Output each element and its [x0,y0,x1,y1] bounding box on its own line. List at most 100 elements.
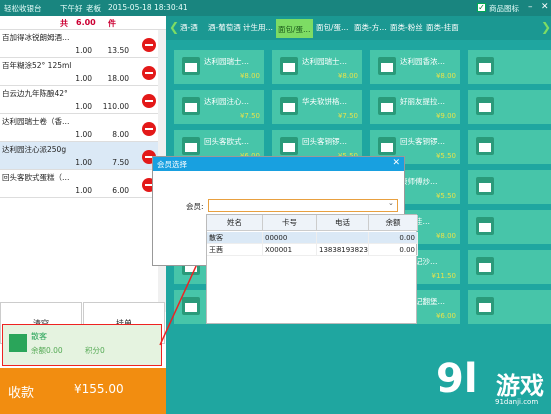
product-image-icon [182,57,200,75]
product-image-icon [280,57,298,75]
product-card[interactable]: 达利园瑞士… ¥8.00 [272,50,362,84]
checkout-amount: ¥155.00 [74,382,124,396]
category-tab[interactable]: 面类-方… [354,22,387,33]
member-avatar-icon [9,334,27,352]
datetime: 2015-05-18 18:30:41 [108,3,188,12]
category-tab[interactable]: 面类-挂面 [426,22,459,33]
member-row[interactable]: 散客 00000 0.00 [207,232,418,244]
product-card[interactable] [468,50,551,84]
watermark-logo: 9l [436,356,478,402]
cart-row[interactable]: 百年糊涂52° 125ml 1.00 18.00 [0,58,166,86]
product-image-icon [378,97,396,115]
remove-item-icon[interactable] [142,94,156,108]
category-tab[interactable]: 面包/蛋… [276,19,313,38]
cart-row[interactable]: 百加得冰锐朗姆酒… 1.00 13.50 [0,30,166,58]
cart-row[interactable]: 白云边九年陈酿42° 1.00 110.00 [0,86,166,114]
cart-row[interactable]: 回头客欧式蛋糕（… 1.00 6.00 [0,170,166,198]
remove-item-icon[interactable] [142,122,156,136]
cart-item-price: 6.00 [112,186,129,195]
column-header[interactable]: 卡号 [263,215,317,231]
cart-item-price: 7.50 [112,158,129,167]
product-price: ¥7.50 [239,112,260,120]
product-card[interactable]: 达利园香浓… ¥8.00 [370,50,460,84]
member-cell-phone [317,232,369,244]
product-card[interactable]: 达利园注心… ¥7.50 [174,90,264,124]
cart-item-price: 13.50 [107,46,129,55]
product-card[interactable] [468,130,551,164]
dialog-close-icon[interactable]: ✕ [392,158,400,168]
product-card[interactable] [468,210,551,244]
watermark-site: 91danji.com [495,398,539,406]
product-card[interactable] [468,90,551,124]
cart-item-name: 达利园瑞士卷（香… [2,117,70,126]
count-unit: 件 [108,19,116,28]
member-dropdown-chevron-icon[interactable]: ⌄ [388,199,394,207]
member-info[interactable]: 散客 余额0.00 积分0 [2,324,162,366]
member-cell-balance: 0.00 [369,244,418,256]
product-card[interactable]: 达利园瑞士… ¥8.00 [174,50,264,84]
product-card[interactable]: 华夫软饼格… ¥7.50 [272,90,362,124]
count-label: 共 [60,19,68,28]
member-row[interactable]: 王茜 X00001 13838193823 0.00 [207,244,418,256]
cart-item-name: 达利园注心派250g [2,145,67,154]
checkout-button[interactable]: 收款 ¥155.00 [0,368,166,414]
member-cell-card: X00001 [263,244,317,256]
checkout-label: 收款 [8,386,35,401]
member-cell-name: 王茜 [207,244,263,256]
member-cell-balance: 0.00 [369,232,418,244]
product-image-icon [378,57,396,75]
category-tab[interactable]: 酒-葡萄酒 [208,22,241,33]
product-name: 达利园注心… [204,97,249,106]
product-name: 达利园香浓… [400,57,445,66]
product-image-icon [182,297,200,315]
user-name: 老板 [86,4,101,13]
category-tab[interactable]: 计生用… [243,22,273,33]
next-category-arrow-icon[interactable]: ❯ [541,20,551,34]
cart-item-name: 百加得冰锐朗姆酒… [2,33,70,42]
count-value: 6.00 [76,18,96,27]
cart-item-price: 110.00 [102,102,129,111]
product-icon-checkbox[interactable]: ✓ [477,3,486,12]
member-balance: 余额0.00 [31,346,63,355]
cart-item-price: 18.00 [107,74,129,83]
cart-row[interactable]: 达利园瑞士卷（香… 1.00 8.00 [0,114,166,142]
product-name: 回头客铜锣… [400,137,445,146]
cart-row[interactable]: 达利园注心派250g 1.00 7.50 [0,142,166,170]
product-card[interactable]: 好丽友提拉… ¥9.00 [370,90,460,124]
remove-item-icon[interactable] [142,38,156,52]
product-image-icon [476,57,494,75]
product-price: ¥6.00 [435,312,456,320]
product-image-icon [280,137,298,155]
minimize-button[interactable]: – [528,2,533,12]
cart-item-name: 白云边九年陈酿42° [2,89,68,98]
column-header[interactable]: 电话 [317,215,369,231]
product-price: ¥11.50 [431,272,457,280]
cart-item-qty: 1.00 [75,74,92,83]
product-card[interactable] [468,170,551,204]
product-image-icon [182,137,200,155]
product-image-icon [280,97,298,115]
product-price: ¥8.00 [435,72,456,80]
member-table: 姓名 卡号 电话 余额 散客 00000 0.00 王茜 X00001 13838193823 0.… [206,214,418,324]
category-tabs: ❮ ❯ 酒-酒 酒-葡萄酒 计生用… 面包/蛋… 面包/蛋… 面类-方… 面类-粉丝 面类-挂… [166,16,551,40]
cart-item-qty: 1.00 [75,46,92,55]
product-image-icon [476,217,494,235]
cart-item-name: 回头客欧式蛋糕（… [2,173,70,182]
category-tab[interactable]: 酒-酒 [180,22,198,33]
remove-item-icon[interactable] [142,66,156,80]
product-card[interactable] [468,250,551,284]
product-card[interactable] [468,290,551,324]
column-header[interactable]: 余额 [369,215,418,231]
category-tab[interactable]: 面类-粉丝 [390,22,423,33]
product-name: 回头客欧式… [204,137,249,146]
column-header[interactable]: 姓名 [207,215,263,231]
cart-item-name: 百年糊涂52° 125ml [2,61,72,70]
member-field-input[interactable] [208,199,398,212]
product-name: 华夫软饼格… [302,97,347,106]
prev-category-arrow-icon[interactable]: ❮ [169,20,179,34]
product-image-icon [476,297,494,315]
close-button[interactable]: ✕ [541,2,549,12]
app-name: 轻松收银台 [4,4,42,13]
product-name: 好丽友提拉… [400,97,445,106]
category-tab[interactable]: 面包/蛋… [316,22,349,33]
